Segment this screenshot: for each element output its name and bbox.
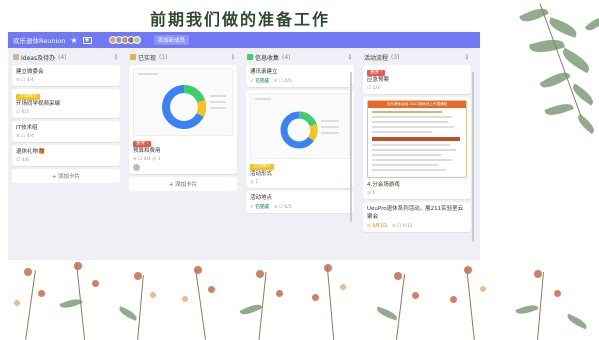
list-count: (1): [159, 53, 168, 61]
donut-chart-thumbnail: [138, 73, 226, 129]
list-event-flow: 活动流程 (3) ⋮ 重要 ! 应急预案 ☐ 1/3 欢乐退休活动 2022退休…: [362, 52, 472, 235]
card[interactable]: 重要 ! 预算和费用 ≡ ☐ 4/4 ◎ 1: [129, 65, 237, 174]
more-icon[interactable]: ⋮: [230, 54, 236, 61]
status-badge: ✓ 已完成: [250, 205, 269, 210]
notice-thumbnail: [372, 111, 460, 171]
card-title: 预算和费用: [133, 148, 161, 154]
kanban-board: 欢乐退休Reunion ★ ◉ 添加新成员 Ideas及待办 (4) ⋮ 建立微…: [8, 32, 480, 260]
more-icon[interactable]: ⋮: [347, 54, 353, 61]
more-icon[interactable]: ⋮: [464, 54, 470, 61]
list-scrollbar[interactable]: [350, 72, 352, 222]
card[interactable]: 重要 ! 应急预案 ☐ 1/3: [363, 65, 471, 94]
notepad-icon: [13, 54, 19, 60]
card-badges: ☐ 0/2: [16, 110, 29, 115]
status-badge: ✓ 已完成: [250, 79, 269, 84]
slide-title: 前期我们做的准备工作: [149, 10, 330, 29]
card-title: 建立微委会: [16, 69, 44, 75]
list-scrollbar[interactable]: [472, 72, 474, 242]
list-title: Ideas及待办: [21, 54, 56, 62]
list-title: 活动流程: [364, 54, 389, 62]
add-card-button[interactable]: + 添加卡片: [12, 169, 120, 183]
card-badges: ≡ ☐ 0/5: [273, 78, 292, 84]
card-title: 退休礼物🎁: [16, 149, 45, 155]
more-icon[interactable]: ⋮: [113, 54, 119, 61]
list-info-collection: 信息收集 (4) ⋮ 通讯录建立 ✓ 已完成 ≡ ☐ 0/5 活动细节 活动形式…: [245, 52, 355, 235]
card-title: 通讯录建立: [250, 69, 278, 75]
list-done: 已实现 (1) ⋮ 重要 ! 预算和费用 ≡ ☐ 4/4 ◎ 1 + 添加卡片: [128, 52, 238, 235]
list-title: 已实现: [138, 54, 157, 62]
card[interactable]: 通讯录建立 ✓ 已完成 ≡ ☐ 0/5: [246, 65, 354, 87]
card-cover-image: [250, 93, 350, 159]
list-count: (3): [391, 53, 400, 61]
card-cover-image: [133, 68, 233, 136]
card[interactable]: 活动细节 开场同学视频采编 ☐ 0/2: [12, 89, 120, 118]
card-title: 4.分会场游戏: [367, 182, 400, 188]
donut-chart-thumbnail: [255, 98, 339, 149]
card[interactable]: UeuPro退休系列活动，展211实验室云聚会 ◷ 9月3日 ≡ ☐ 0/11: [363, 202, 471, 232]
list-count: (4): [58, 53, 67, 61]
card-badges: ≡ ☐ 4/4 ◎ 1: [133, 157, 161, 162]
list-header[interactable]: 活动流程 (3) ⋮: [362, 52, 472, 62]
card[interactable]: 建立微委会 ≡ ☐ 4/4: [12, 65, 120, 86]
card-title: UeuPro退休系列活动，展211实验室云聚会: [367, 206, 464, 220]
card-badges: ≡ ☐ 4/4: [16, 134, 34, 139]
card[interactable]: 活动地点 ✓ 已完成 ≡ ☐ 0/5: [246, 191, 354, 213]
card-badges: ◎ 1: [250, 180, 259, 185]
card-badges: ≡ ☐ 0/5: [273, 204, 292, 210]
eye-icon[interactable]: ◉: [82, 36, 92, 44]
card-cover-image: 欢乐退休活动 2022退休线上开展通知: [367, 100, 467, 178]
card-title: 应急预案: [367, 77, 390, 83]
member-avatars[interactable]: [108, 36, 141, 44]
card-badges: ☐ 1/3: [367, 86, 380, 91]
due-date-badge: ◷ 9月3日: [367, 224, 388, 229]
cover-header: 欢乐退休活动 2022退休线上开展通知: [368, 101, 466, 108]
card[interactable]: 退休礼物🎁 ☐ 4/8: [12, 145, 120, 166]
avatar[interactable]: [133, 164, 140, 171]
card-badges: ≡ ☐ 0/11: [392, 223, 413, 229]
list-title: 信息收集: [255, 54, 280, 62]
card-title: 活动形式: [250, 171, 273, 177]
invite-members-button[interactable]: 添加新成员: [153, 35, 190, 45]
board-name[interactable]: 欢乐退休Reunion: [13, 35, 65, 45]
list-header[interactable]: Ideas及待办 (4) ⋮: [11, 52, 121, 62]
add-card-button[interactable]: + 添加卡片: [129, 177, 237, 191]
card-title: 活动地点: [250, 195, 273, 201]
list-header[interactable]: 已实现 (1) ⋮: [128, 52, 238, 62]
card-title: IT技术组: [16, 125, 38, 131]
list-ideas: Ideas及待办 (4) ⋮ 建立微委会 ≡ ☐ 4/4 活动细节 开场同学视频…: [11, 52, 121, 235]
card[interactable]: IT技术组 ≡ ☐ 4/4: [12, 121, 120, 142]
trophy-icon: [130, 54, 136, 60]
avatar[interactable]: [132, 36, 141, 44]
card[interactable]: 欢乐退休活动 2022退休线上开展通知 4.分会场游戏 ◎ 1: [363, 97, 471, 199]
card[interactable]: 活动细节 活动形式 ◎ 1: [246, 90, 354, 188]
card-badges: ◎ 1: [367, 191, 376, 196]
star-icon[interactable]: ★: [70, 36, 77, 45]
list-header[interactable]: 信息收集 (4) ⋮: [245, 52, 355, 62]
checkmark-icon: [247, 54, 253, 60]
card-badges: ☐ 4/8: [16, 158, 29, 163]
board-topbar: 欢乐退休Reunion ★ ◉ 添加新成员: [8, 32, 480, 48]
card-title: 开场同学视频采编: [16, 101, 61, 107]
card-badges: ≡ ☐ 4/4: [16, 78, 34, 83]
list-count: (4): [282, 53, 291, 61]
